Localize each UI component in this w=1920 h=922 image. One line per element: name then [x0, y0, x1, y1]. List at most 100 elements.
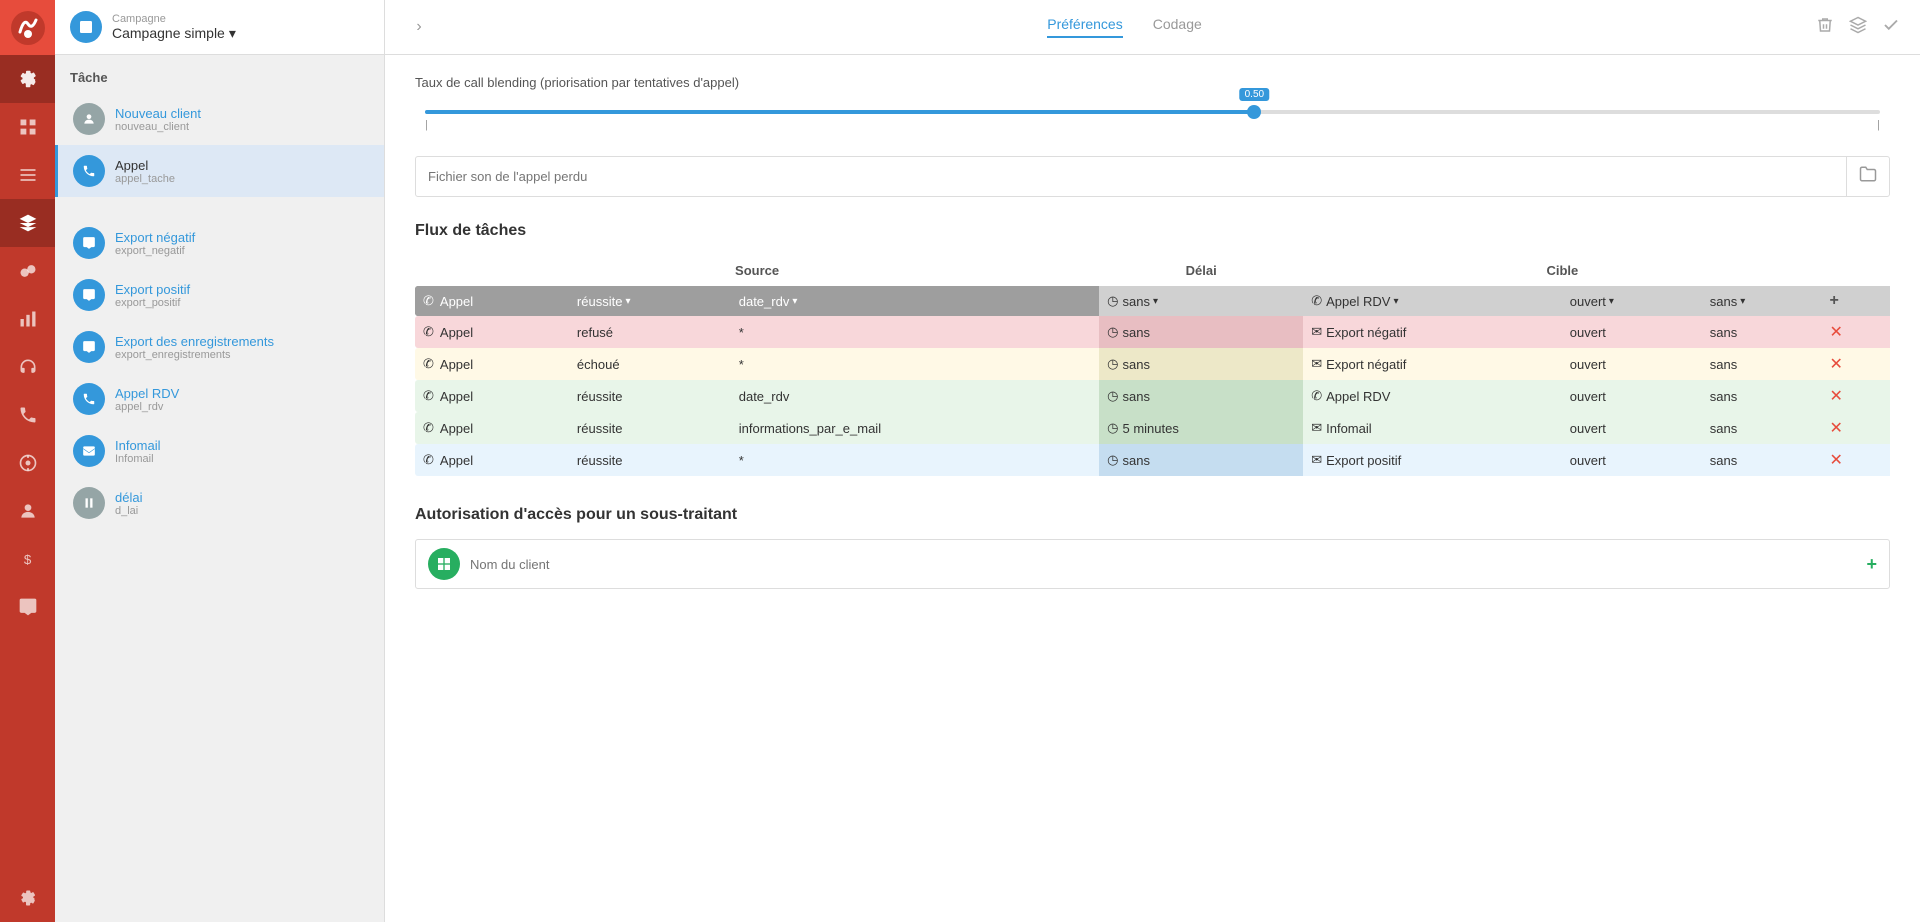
row2-remove-cell: ✕	[1822, 316, 1890, 348]
row5-target-status: ouvert	[1562, 412, 1702, 444]
campaign-label: Campagne	[112, 13, 236, 25]
headset-icon	[18, 357, 38, 377]
row6-status: réussite	[569, 444, 731, 476]
header-delai: Délai	[1099, 255, 1303, 286]
row1-add-button[interactable]: +	[1830, 292, 1839, 309]
row1-status-dropdown[interactable]: réussite	[577, 294, 631, 309]
row4-target-status: ouvert	[1562, 380, 1702, 412]
tab-preferences[interactable]: Préférences	[1047, 16, 1122, 38]
row2-target-tag: sans	[1702, 316, 1822, 348]
row1-phone-icon: ✆	[423, 293, 434, 309]
row2-source-text: Appel	[440, 325, 473, 340]
sidebar-item-nouveau-client[interactable]: Nouveau client nouveau_client	[55, 93, 384, 145]
row3-remove-cell: ✕	[1822, 348, 1890, 380]
sidebar-item-infomail[interactable]: Infomail Infomail	[55, 425, 384, 477]
row2-status: refusé	[569, 316, 731, 348]
sidebar-item-gear[interactable]	[0, 55, 55, 103]
row5-delay-text: 5 minutes	[1123, 421, 1179, 436]
folder-icon	[1859, 165, 1877, 183]
row1-target-tag-dropdown[interactable]: sans	[1710, 294, 1746, 309]
sidebar-item-layers[interactable]	[0, 199, 55, 247]
slider-track[interactable]: 0.50	[425, 110, 1880, 114]
row5-clock-icon: ◷	[1107, 420, 1118, 436]
list2-icon	[18, 165, 38, 185]
delai-name: délai	[115, 490, 142, 505]
sidebar-item-export-negatif[interactable]: Export négatif export_negatif	[55, 217, 384, 269]
row1-target-tag: sans	[1702, 286, 1822, 316]
row3-remove-button[interactable]: ✕	[1830, 356, 1843, 373]
row6-target-status: ouvert	[1562, 444, 1702, 476]
row1-tag-dropdown[interactable]: date_rdv	[739, 294, 798, 309]
appel-key: appel_tache	[115, 173, 175, 185]
row6-target-text: Export positif	[1326, 453, 1401, 468]
sidebar-item-list[interactable]	[0, 151, 55, 199]
row1-target-status-dropdown[interactable]: ouvert	[1570, 294, 1614, 309]
appel-text: Appel appel_tache	[115, 158, 175, 185]
delete-button[interactable]	[1816, 16, 1834, 39]
sidebar-item-export-positif[interactable]: Export positif export_positif	[55, 269, 384, 321]
app-logo[interactable]	[0, 0, 55, 55]
table-row: ✆ Appel refusé * ◷ sans ✉	[415, 316, 1890, 348]
sidebar-item-coins[interactable]	[0, 247, 55, 295]
row6-source: ✆ Appel	[415, 444, 569, 476]
nouveau-client-name: Nouveau client	[115, 106, 201, 121]
slider-max: |	[1877, 119, 1880, 131]
check-button[interactable]	[1882, 16, 1900, 39]
sidebar-item-dollar[interactable]: $	[0, 535, 55, 583]
sidebar-item-export-enregistrements[interactable]: Export des enregistrements export_enregi…	[55, 321, 384, 373]
header-source: Source	[415, 255, 1099, 286]
logo-icon	[10, 10, 46, 46]
slider-thumb[interactable]	[1247, 105, 1261, 119]
dial-icon	[18, 453, 38, 473]
main-header: › Préférences Codage	[385, 0, 1920, 55]
sidebar-item-stats[interactable]	[0, 295, 55, 343]
row2-delay: ◷ sans	[1099, 316, 1303, 348]
table-row: ✆ Appel réussite date_rdv ◷ sans	[415, 286, 1890, 316]
row1-clock-icon: ◷	[1107, 293, 1118, 309]
sidebar-item-grid[interactable]	[0, 103, 55, 151]
file-input[interactable]	[416, 159, 1846, 194]
row2-source: ✆ Appel	[415, 316, 569, 348]
row2-remove-button[interactable]: ✕	[1830, 324, 1843, 341]
row2-tag: *	[731, 316, 1099, 348]
sidebar-item-headset[interactable]	[0, 343, 55, 391]
sidebar-item-appel-rdv[interactable]: Appel RDV appel_rdv	[55, 373, 384, 425]
autorisation-add-button[interactable]: +	[1866, 554, 1877, 575]
row2-target-icon: ✉	[1311, 324, 1322, 340]
chevron-button[interactable]: ›	[405, 13, 433, 41]
infomail-key: Infomail	[115, 453, 161, 465]
row1-target-icon-cell: ✆ Appel RDV	[1303, 286, 1562, 316]
appel-name: Appel	[115, 158, 175, 173]
sidebar-item-person[interactable]	[0, 487, 55, 535]
layers-button[interactable]	[1849, 16, 1867, 39]
row1-target-status: ouvert	[1562, 286, 1702, 316]
row5-target-icon: ✉	[1311, 420, 1322, 436]
row6-remove-button[interactable]: ✕	[1830, 452, 1843, 469]
autorisation-row: +	[415, 539, 1890, 589]
row5-remove-button[interactable]: ✕	[1830, 420, 1843, 437]
sidebar-item-chat[interactable]	[0, 583, 55, 631]
row1-delay-dropdown[interactable]: sans	[1123, 294, 1159, 309]
coins-icon	[18, 261, 38, 281]
dollar-icon: $	[18, 549, 38, 569]
row4-phone-icon: ✆	[423, 388, 434, 404]
sidebar-item-appel[interactable]: Appel appel_tache	[55, 145, 384, 197]
main-tabs: Préférences Codage	[1047, 16, 1202, 38]
campaign-icon	[70, 11, 102, 43]
sidebar-header: Campagne Campagne simple ▾	[55, 0, 384, 55]
tab-codage[interactable]: Codage	[1153, 16, 1202, 38]
appel-rdv-key: appel_rdv	[115, 401, 179, 413]
infomail-name: Infomail	[115, 438, 161, 453]
delai-key: d_lai	[115, 505, 142, 517]
appel-rdv-text: Appel RDV appel_rdv	[115, 386, 179, 413]
file-browse-button[interactable]	[1846, 157, 1889, 196]
campaign-dropdown-icon[interactable]: ▾	[229, 25, 236, 42]
sidebar-item-phone[interactable]	[0, 391, 55, 439]
autorisation-input[interactable]	[470, 557, 1866, 572]
row1-target-dropdown[interactable]: Appel RDV	[1326, 294, 1398, 309]
sidebar-item-settings[interactable]	[0, 874, 55, 922]
sidebar-item-dial[interactable]	[0, 439, 55, 487]
sidebar-item-delai[interactable]: délai d_lai	[55, 477, 384, 529]
row4-remove-button[interactable]: ✕	[1830, 388, 1843, 405]
row5-remove-cell: ✕	[1822, 412, 1890, 444]
